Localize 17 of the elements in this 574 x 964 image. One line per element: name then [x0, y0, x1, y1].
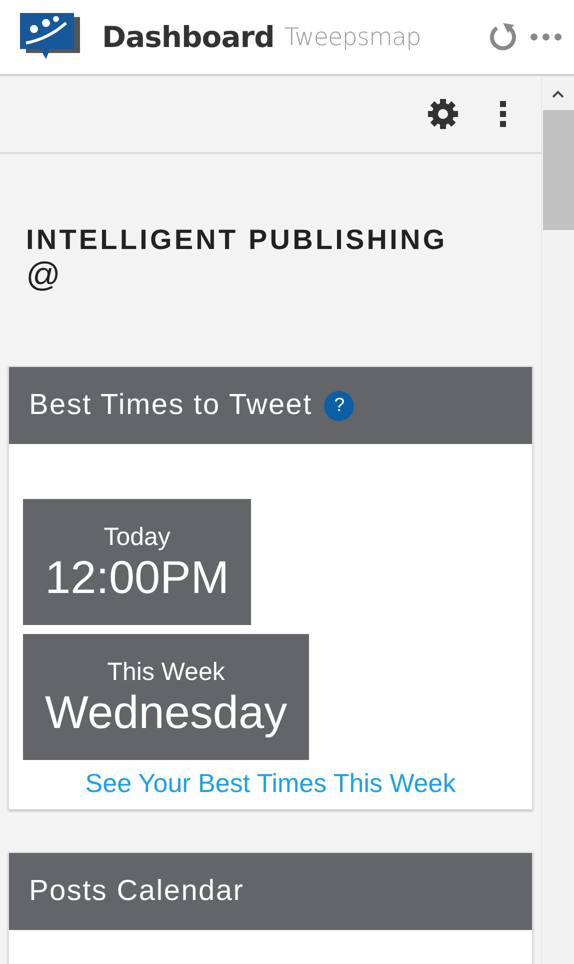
app-name: Tweepsmap — [284, 23, 421, 51]
scroll-up-icon[interactable] — [552, 90, 564, 98]
tile-value: 12:00PM — [45, 552, 230, 602]
more-icon[interactable] — [499, 100, 507, 128]
tile-label: Today — [104, 522, 170, 552]
tile-value: Wednesday — [45, 686, 288, 736]
card-title: Best Times to Tweet — [29, 389, 312, 422]
help-icon[interactable]: ? — [324, 390, 354, 420]
card-title: Posts Calendar — [29, 875, 244, 908]
scrollbar-thumb[interactable] — [543, 110, 574, 230]
account-handle: @ — [26, 256, 62, 294]
refresh-icon[interactable] — [488, 22, 518, 52]
logo-icon — [20, 13, 82, 61]
section-title: INTELLIGENT PUBLISHING — [26, 224, 448, 255]
page-title: Dashboard — [102, 20, 274, 54]
settings-icon[interactable] — [427, 98, 459, 130]
tile-label: This Week — [107, 658, 225, 686]
